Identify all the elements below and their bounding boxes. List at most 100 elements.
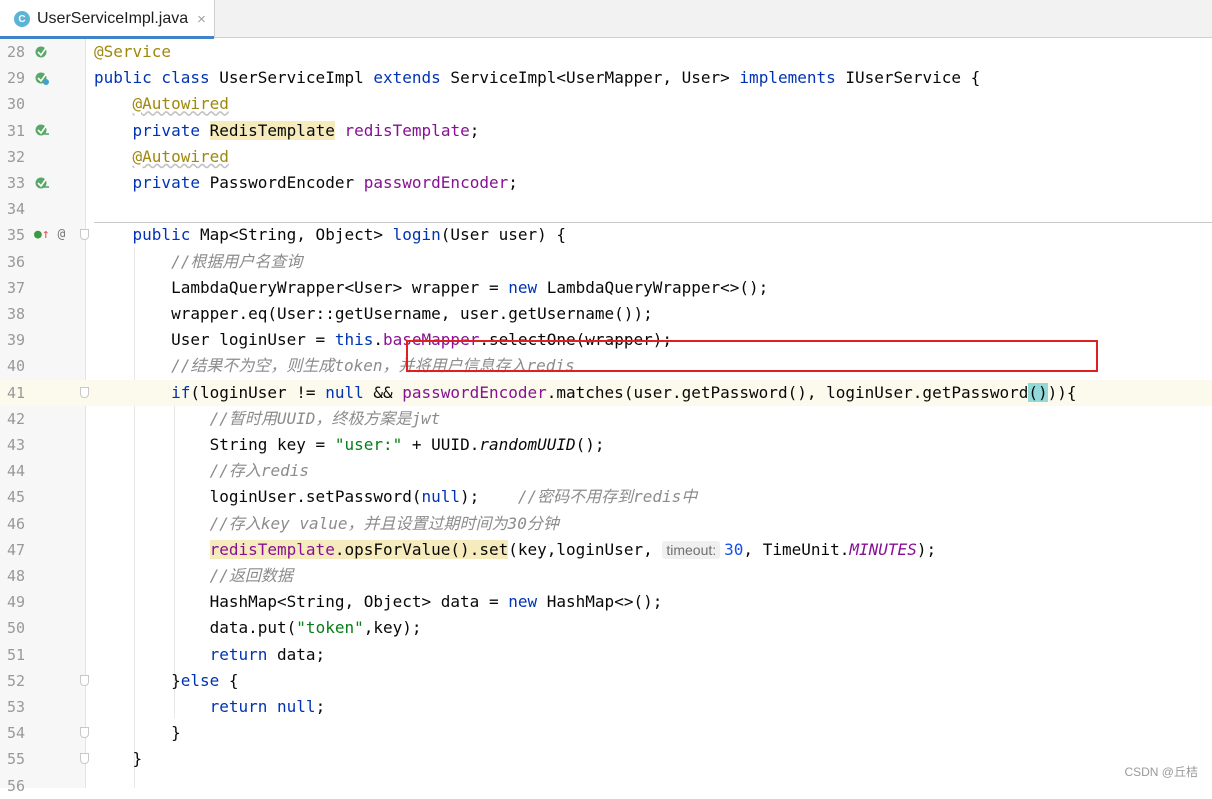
code-text: LambdaQueryWrapper<User> wrapper = new L… — [94, 277, 769, 297]
line-number: 31 — [7, 121, 26, 140]
bean-class-icon[interactable] — [34, 65, 50, 91]
bean-icon[interactable] — [34, 39, 50, 65]
code-text: User loginUser = this.baseMapper.selectO… — [94, 330, 672, 350]
code-text: if(loginUser != null && passwordEncoder.… — [171, 382, 1077, 402]
code-text: //暂时用UUID，终极方案是jwt — [209, 408, 441, 428]
code-line[interactable]: 52 }else { — [0, 668, 1212, 694]
code-line[interactable]: 35 ●↑ @ public Map<String, Object> login(… — [0, 222, 1212, 248]
code-line[interactable]: 55 } — [0, 746, 1212, 772]
code-line[interactable]: 56 — [0, 773, 1212, 799]
line-number: 52 — [7, 671, 26, 690]
code-line[interactable]: 32 @Autowired — [0, 144, 1212, 170]
fold-marker-icon[interactable] — [80, 674, 89, 686]
line-number: 37 — [7, 278, 26, 297]
code-line[interactable]: 31 private RedisTemplate redisTemplate; — [0, 118, 1212, 144]
code-text: @Autowired — [132, 146, 229, 166]
code-text: public class UserServiceImpl extends Ser… — [94, 68, 981, 88]
line-number: 30 — [7, 95, 26, 114]
autowired-bean-icon[interactable] — [34, 170, 50, 196]
code-line[interactable]: 51 return data; — [0, 642, 1212, 668]
code-line[interactable]: 40 //结果不为空，则生成token，并将用户信息存入redis — [0, 353, 1212, 379]
line-number: 43 — [7, 436, 26, 454]
code-text: return data; — [209, 644, 326, 664]
watermark: CSDN @丘桔 — [1124, 765, 1198, 779]
code-text: } — [94, 749, 143, 769]
code-line[interactable]: 36 //根据用户名查询 — [0, 249, 1212, 275]
tab-title: UserServiceImpl.java — [37, 10, 189, 27]
code-text: return null; — [209, 697, 326, 716]
code-text: //存入redis — [209, 461, 310, 481]
code-text: public Map<String, Object> login(User us… — [132, 225, 567, 245]
line-number: 44 — [7, 462, 26, 481]
close-icon[interactable]: × — [197, 11, 206, 28]
code-text: data.put("token",key); — [94, 618, 422, 638]
code-line[interactable]: 44 //存入redis — [0, 458, 1212, 484]
line-number: 39 — [7, 331, 26, 350]
code-line[interactable]: 48 //返回数据 — [0, 563, 1212, 589]
code-line[interactable]: 41 if(loginUser != null && passwordEncod… — [0, 379, 1212, 406]
code-line[interactable]: 37 LambdaQueryWrapper<User> wrapper = ne… — [0, 275, 1212, 301]
line-number: 45 — [7, 488, 26, 507]
editor-tab-bar: C UserServiceImpl.java × — [0, 0, 1212, 39]
line-number: 33 — [7, 174, 26, 192]
line-number: 34 — [7, 200, 26, 219]
implements-method-icon[interactable]: ●↑ @ — [34, 222, 65, 248]
line-number: 54 — [7, 724, 26, 743]
line-number: 46 — [7, 514, 26, 533]
code-line[interactable]: 42 //暂时用UUID，终极方案是jwt — [0, 406, 1212, 432]
code-text: String key = "user:" + UUID.randomUUID()… — [94, 435, 605, 454]
code-text: @Autowired — [132, 94, 229, 114]
line-number: 55 — [7, 750, 26, 769]
code-line[interactable]: 53 return null; — [0, 694, 1212, 720]
code-line[interactable]: 43 String key = "user:" + UUID.randomUUI… — [0, 432, 1212, 458]
code-line[interactable]: 45 loginUser.setPassword(null); //密码不用存到… — [0, 484, 1212, 510]
code-text: //返回数据 — [209, 566, 293, 585]
code-line[interactable]: 30 @Autowired — [0, 91, 1212, 117]
line-number: 41 — [7, 383, 26, 402]
line-number: 29 — [7, 69, 26, 88]
code-text: private RedisTemplate redisTemplate; — [132, 120, 480, 140]
code-text: redisTemplate.opsForValue().set(key,logi… — [209, 539, 937, 559]
code-line[interactable]: 54 } — [0, 720, 1212, 746]
autowired-bean-icon[interactable] — [34, 118, 50, 144]
line-number: 51 — [7, 645, 26, 664]
code-line[interactable]: 34 — [0, 196, 1212, 222]
code-line[interactable]: 39 User loginUser = this.baseMapper.sele… — [0, 327, 1212, 353]
class-icon: C — [14, 11, 30, 27]
code-text: HashMap<String, Object> data = new HashM… — [94, 592, 663, 612]
code-editor[interactable]: 28 @Service 29 public class UserServiceImpl… — [0, 39, 1212, 795]
line-number: 53 — [7, 698, 26, 716]
code-line[interactable]: 33 private PasswordEncoder passwordEncod… — [0, 170, 1212, 196]
code-text: //根据用户名查询 — [171, 251, 303, 271]
code-text: //存入key value，并且设置过期时间为30分钟 — [209, 513, 559, 533]
line-number: 48 — [7, 567, 26, 585]
code-line[interactable]: 29 public class UserServiceImpl extends S… — [0, 65, 1212, 91]
tab-userserviceimpl[interactable]: C UserServiceImpl.java × — [0, 0, 215, 39]
fold-marker-icon[interactable] — [80, 753, 89, 765]
line-number: 47 — [7, 540, 26, 559]
code-text: private PasswordEncoder passwordEncoder; — [132, 173, 518, 192]
fold-marker-icon[interactable] — [80, 727, 89, 739]
line-number: 28 — [7, 43, 26, 61]
line-number: 56 — [7, 776, 26, 795]
code-line[interactable]: 28 @Service — [0, 39, 1212, 65]
line-number: 36 — [7, 252, 26, 271]
code-line[interactable]: 50 data.put("token",key); — [0, 615, 1212, 641]
code-line[interactable]: 46 //存入key value，并且设置过期时间为30分钟 — [0, 511, 1212, 537]
line-number: 49 — [7, 593, 26, 612]
line-number: 38 — [7, 305, 26, 323]
code-text: }else { — [94, 670, 239, 690]
code-text: //结果不为空，则生成token，并将用户信息存入redis — [171, 356, 575, 376]
code-line[interactable]: 38 wrapper.eq(User::getUsername, user.ge… — [0, 301, 1212, 327]
code-line[interactable]: 49 HashMap<String, Object> data = new Ha… — [0, 589, 1212, 615]
code-line[interactable]: 47 redisTemplate.opsForValue().set(key,l… — [0, 537, 1212, 563]
line-number: 35 — [7, 226, 26, 245]
line-number: 40 — [7, 357, 26, 376]
line-number: 50 — [7, 619, 26, 638]
code-text: wrapper.eq(User::getUsername, user.getUs… — [94, 304, 653, 323]
line-number: 42 — [7, 409, 26, 428]
fold-marker-icon[interactable] — [80, 386, 89, 398]
fold-marker-icon[interactable] — [80, 229, 89, 241]
code-text: loginUser.setPassword(null); //密码不用存到red… — [94, 487, 698, 507]
line-number: 32 — [7, 147, 26, 166]
